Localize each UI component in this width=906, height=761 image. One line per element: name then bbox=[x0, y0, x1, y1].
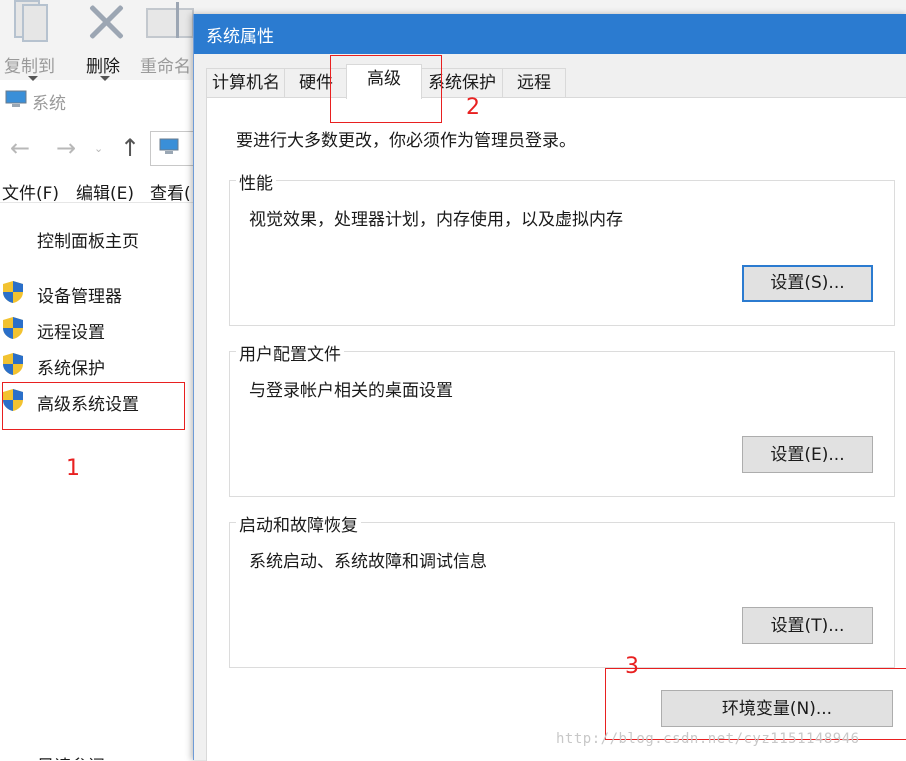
delete-icon bbox=[86, 2, 126, 42]
startup-recovery-settings-button[interactable]: 设置(T)... bbox=[742, 607, 873, 644]
group-title: 用户配置文件 bbox=[236, 340, 344, 365]
sidebar-item-device-manager[interactable]: 设备管理器 bbox=[0, 280, 190, 307]
group-title: 启动和故障恢复 bbox=[236, 511, 361, 536]
annotation-box-1 bbox=[2, 382, 185, 430]
advanced-tab-panel: 要进行大多数更改，你必须作为管理员登录。 性能 视觉效果，处理器计划，内存使用，… bbox=[206, 97, 906, 761]
computer-icon bbox=[4, 90, 28, 107]
window-title: 系统 bbox=[32, 94, 66, 114]
sidebar-item-system-protection[interactable]: 系统保护 bbox=[0, 352, 190, 379]
history-dropdown-icon[interactable]: ⌄ bbox=[94, 142, 103, 155]
dialog-titlebar: 系统属性 bbox=[194, 14, 906, 54]
tab-advanced[interactable]: 高级 bbox=[346, 64, 422, 99]
tab-strip: 计算机名 硬件 高级 系统保护 远程 bbox=[206, 64, 906, 99]
sidebar-item-remote-settings[interactable]: 远程设置 bbox=[0, 316, 190, 343]
rename-icon bbox=[146, 8, 194, 38]
copy-to-icon bbox=[14, 0, 48, 42]
watermark: http://blog.csdn.net/cyz1151148946 bbox=[556, 731, 860, 747]
menu-file[interactable]: 文件(F) bbox=[2, 179, 59, 204]
text-cursor-icon bbox=[176, 2, 179, 38]
admin-notice: 要进行大多数更改，你必须作为管理员登录。 bbox=[236, 131, 576, 151]
tab-remote[interactable]: 远程 bbox=[502, 68, 566, 97]
group-description: 系统启动、系统故障和调试信息 bbox=[249, 552, 487, 572]
forward-arrow-icon[interactable]: → bbox=[56, 134, 76, 162]
user-profiles-settings-button[interactable]: 设置(E)... bbox=[742, 436, 873, 473]
group-user-profiles: 用户配置文件 与登录帐户相关的桌面设置 设置(E)... bbox=[229, 340, 895, 497]
up-arrow-icon[interactable]: ↑ bbox=[120, 134, 140, 162]
chevron-down-icon bbox=[100, 76, 110, 81]
group-startup-recovery: 启动和故障恢复 系统启动、系统故障和调试信息 设置(T)... bbox=[229, 511, 895, 668]
rename-button[interactable]: 重命名 bbox=[140, 52, 191, 77]
copy-to-button[interactable]: 复制到 bbox=[4, 52, 55, 77]
chevron-down-icon bbox=[28, 76, 38, 81]
control-panel-home-link[interactable]: 控制面板主页 bbox=[37, 227, 139, 252]
see-also-heading: 另请参阅 bbox=[37, 752, 105, 760]
divider bbox=[0, 202, 195, 203]
system-properties-dialog: 系统属性 计算机名 硬件 高级 系统保护 远程 要进行大多数更改，你必须作为管理… bbox=[193, 14, 906, 761]
dialog-title: 系统属性 bbox=[206, 27, 274, 47]
shield-icon bbox=[3, 317, 23, 339]
annotation-number-2: 2 bbox=[466, 95, 480, 120]
group-performance: 性能 视觉效果，处理器计划，内存使用，以及虚拟内存 设置(S)... bbox=[229, 169, 895, 326]
annotation-box-3 bbox=[605, 668, 906, 740]
computer-icon bbox=[159, 138, 179, 154]
shield-icon bbox=[3, 281, 23, 303]
group-title: 性能 bbox=[236, 169, 276, 194]
group-description: 与登录帐户相关的桌面设置 bbox=[249, 381, 453, 401]
shield-icon bbox=[3, 353, 23, 375]
delete-button[interactable]: 删除 bbox=[86, 52, 120, 77]
menu-edit[interactable]: 编辑(E) bbox=[76, 179, 134, 204]
back-arrow-icon[interactable]: ← bbox=[10, 134, 30, 162]
tab-computer-name[interactable]: 计算机名 bbox=[206, 68, 286, 97]
group-description: 视觉效果，处理器计划，内存使用，以及虚拟内存 bbox=[249, 210, 623, 230]
performance-settings-button[interactable]: 设置(S)... bbox=[742, 265, 873, 302]
annotation-number-3: 3 bbox=[625, 654, 639, 679]
menu-view[interactable]: 查看( bbox=[150, 179, 191, 204]
annotation-number-1: 1 bbox=[66, 456, 80, 481]
